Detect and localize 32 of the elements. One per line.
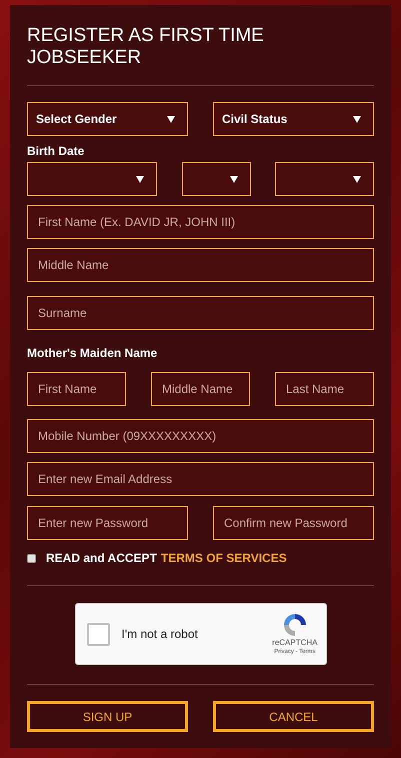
input-field[interactable]: First Name (Ex. DAVID JR, JOHN III) (27, 205, 374, 239)
input-field[interactable]: Enter new Password (27, 506, 188, 540)
captcha-label: I'm not a robot (122, 626, 198, 643)
sign-up-button[interactable]: SIGN UP (27, 701, 188, 732)
terms-link[interactable]: TERMS OF SERVICES (160, 549, 287, 567)
captcha-brand: reCAPTCHA (272, 638, 318, 648)
dropdown[interactable] (27, 162, 157, 196)
form-title: REGISTER AS FIRST TIME JOBSEEKER (27, 25, 265, 69)
caret-icon (353, 116, 361, 122)
birth-date-label: Birth Date (27, 144, 86, 158)
dropdown[interactable]: Select Gender (27, 102, 188, 136)
caret-icon (136, 176, 144, 182)
input-field[interactable]: Middle Name (27, 248, 374, 282)
dropdown[interactable]: Civil Status (213, 102, 374, 136)
terms-label: READ and ACCEPT (46, 550, 157, 567)
input-field[interactable]: Mobile Number (09XXXXXXXXX) (27, 419, 374, 453)
terms-checkbox[interactable] (27, 554, 36, 562)
input-field[interactable]: Last Name (275, 372, 374, 406)
input-field[interactable]: Surname (27, 296, 374, 330)
dropdown[interactable] (182, 162, 250, 196)
cancel-button[interactable]: CANCEL (213, 701, 374, 732)
caret-icon (167, 116, 175, 122)
captcha-checkbox[interactable] (86, 622, 110, 646)
recaptcha-logo-icon (282, 612, 308, 638)
input-field[interactable]: First Name (27, 372, 126, 406)
caret-icon (353, 176, 361, 182)
input-field[interactable]: Confirm new Password (213, 506, 374, 540)
dropdown[interactable] (275, 162, 374, 196)
maiden-name-label: Mother's Maiden Name (27, 346, 158, 360)
input-field[interactable]: Middle Name (151, 372, 250, 406)
caret-icon (230, 176, 238, 182)
input-field[interactable]: Enter new Email Address (27, 462, 374, 496)
